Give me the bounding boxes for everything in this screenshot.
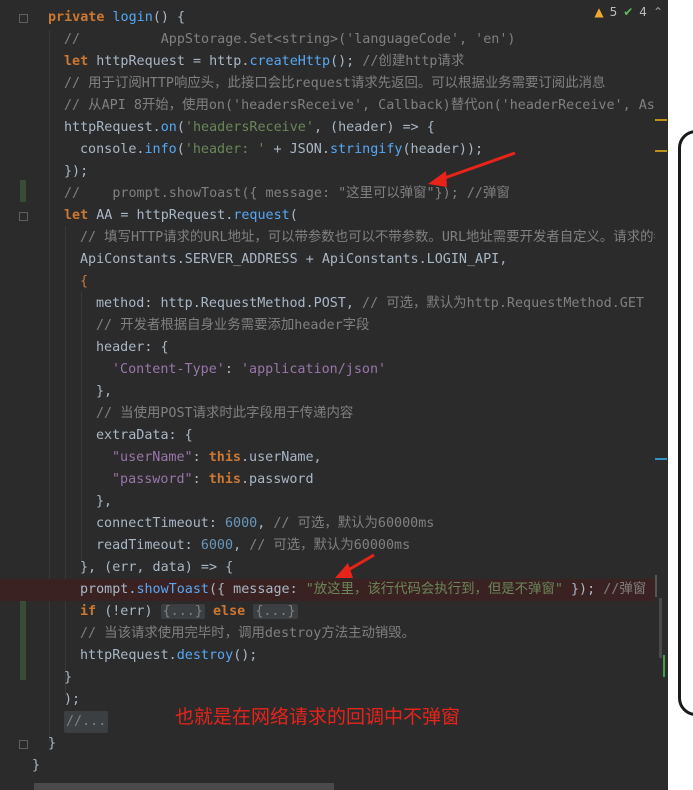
arrow-annotation-bottom (335, 553, 375, 578)
annotation-text: 也就是在网络请求的回调中不弹窗 (175, 706, 461, 728)
annotation-arrows (335, 151, 516, 578)
arrow-annotation-top (428, 151, 516, 187)
